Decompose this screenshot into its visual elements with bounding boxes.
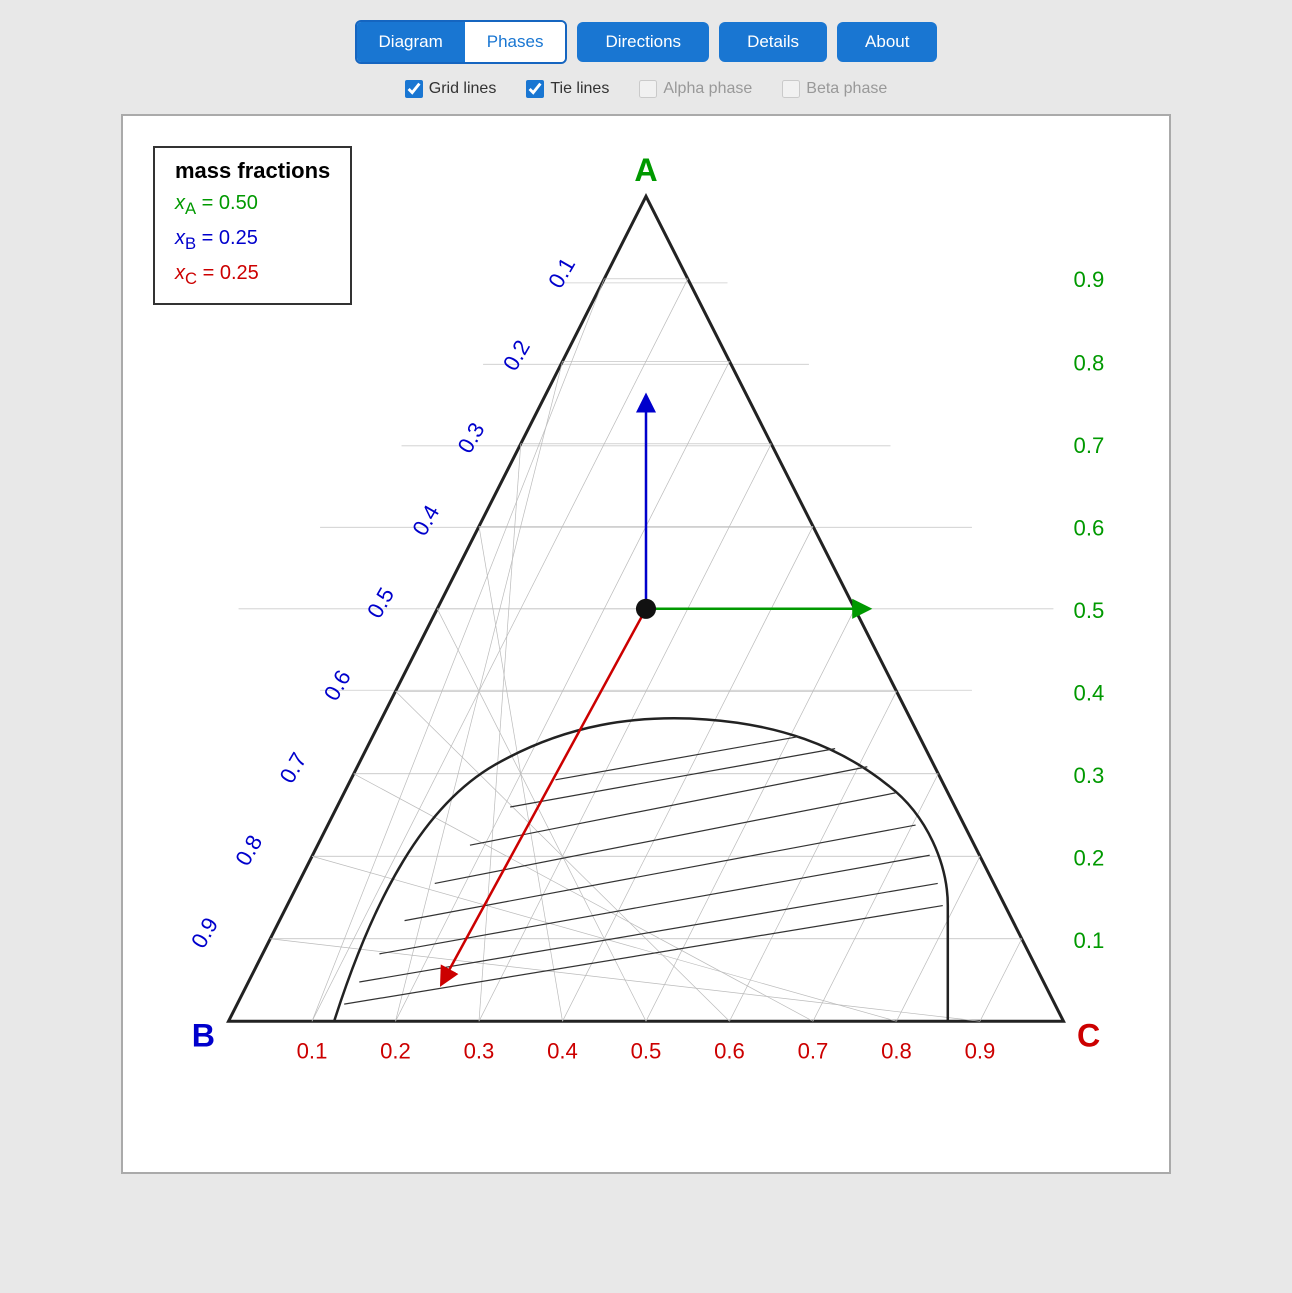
directions-button[interactable]: Directions [577, 22, 709, 62]
checkboxes-row: Grid lines Tie lines Alpha phase Beta ph… [405, 80, 887, 98]
grid-lines-checkbox[interactable]: Grid lines [405, 80, 497, 98]
legend-box: mass fractions xA = 0.50 xB = 0.25 xC = … [153, 146, 352, 305]
svg-text:0.4: 0.4 [1074, 680, 1105, 705]
alpha-phase-checkbox[interactable]: Alpha phase [639, 80, 752, 98]
svg-text:0.5: 0.5 [1074, 598, 1105, 623]
diagram-phases-group: Diagram Phases [355, 20, 568, 64]
xb-value: xB = 0.25 [175, 227, 330, 254]
svg-text:0.8: 0.8 [881, 1038, 912, 1063]
svg-text:0.1: 0.1 [297, 1038, 328, 1063]
svg-text:0.6: 0.6 [1074, 515, 1105, 540]
svg-text:0.8: 0.8 [1074, 350, 1105, 375]
svg-text:0.4: 0.4 [407, 501, 444, 540]
svg-text:0.5: 0.5 [631, 1038, 662, 1063]
svg-text:0.3: 0.3 [453, 418, 490, 457]
toolbar: Diagram Phases Directions Details About [355, 20, 938, 64]
svg-text:0.5: 0.5 [362, 583, 399, 622]
diagram-button[interactable]: Diagram [357, 22, 465, 62]
svg-text:0.3: 0.3 [464, 1038, 495, 1063]
svg-text:0.9: 0.9 [1074, 267, 1105, 292]
svg-text:0.7: 0.7 [275, 748, 312, 787]
xc-scale: 0.1 0.2 0.3 0.4 0.5 0.6 0.7 0.8 0.9 [297, 1038, 996, 1063]
xa-scale: 0.9 0.8 0.7 0.6 0.5 0.4 0.3 0.2 0.1 [1074, 267, 1105, 953]
legend-title: mass fractions [175, 158, 330, 184]
svg-text:0.2: 0.2 [1074, 845, 1105, 870]
phases-button[interactable]: Phases [465, 22, 566, 62]
svg-text:0.2: 0.2 [380, 1038, 411, 1063]
svg-text:0.8: 0.8 [230, 831, 267, 870]
xc-value: xC = 0.25 [175, 262, 330, 289]
diagram-container: mass fractions xA = 0.50 xB = 0.25 xC = … [121, 114, 1171, 1174]
svg-text:0.9: 0.9 [965, 1038, 996, 1063]
svg-text:0.7: 0.7 [1074, 433, 1105, 458]
red-arrow [445, 609, 646, 978]
phase-boundary [334, 718, 948, 1021]
vertex-c-label: C [1077, 1017, 1100, 1053]
selected-point[interactable] [636, 599, 656, 619]
beta-phase-checkbox[interactable]: Beta phase [782, 80, 887, 98]
svg-text:0.1: 0.1 [543, 253, 580, 292]
svg-text:0.7: 0.7 [798, 1038, 829, 1063]
svg-text:0.1: 0.1 [1074, 928, 1105, 953]
xa-value: xA = 0.50 [175, 192, 330, 219]
svg-text:0.4: 0.4 [547, 1038, 578, 1063]
svg-text:0.3: 0.3 [1074, 763, 1105, 788]
vertex-b-label: B [192, 1017, 215, 1053]
about-button[interactable]: About [837, 22, 937, 62]
svg-text:0.6: 0.6 [714, 1038, 745, 1063]
xb-scale: 0.1 0.2 0.3 0.4 0.5 0.6 0.7 0.8 0.9 [186, 253, 580, 952]
tie-lines-checkbox[interactable]: Tie lines [526, 80, 609, 98]
svg-text:0.2: 0.2 [498, 336, 535, 375]
vertex-a-label: A [634, 152, 657, 188]
svg-text:0.6: 0.6 [319, 666, 356, 705]
svg-text:0.9: 0.9 [186, 913, 223, 952]
details-button[interactable]: Details [719, 22, 827, 62]
